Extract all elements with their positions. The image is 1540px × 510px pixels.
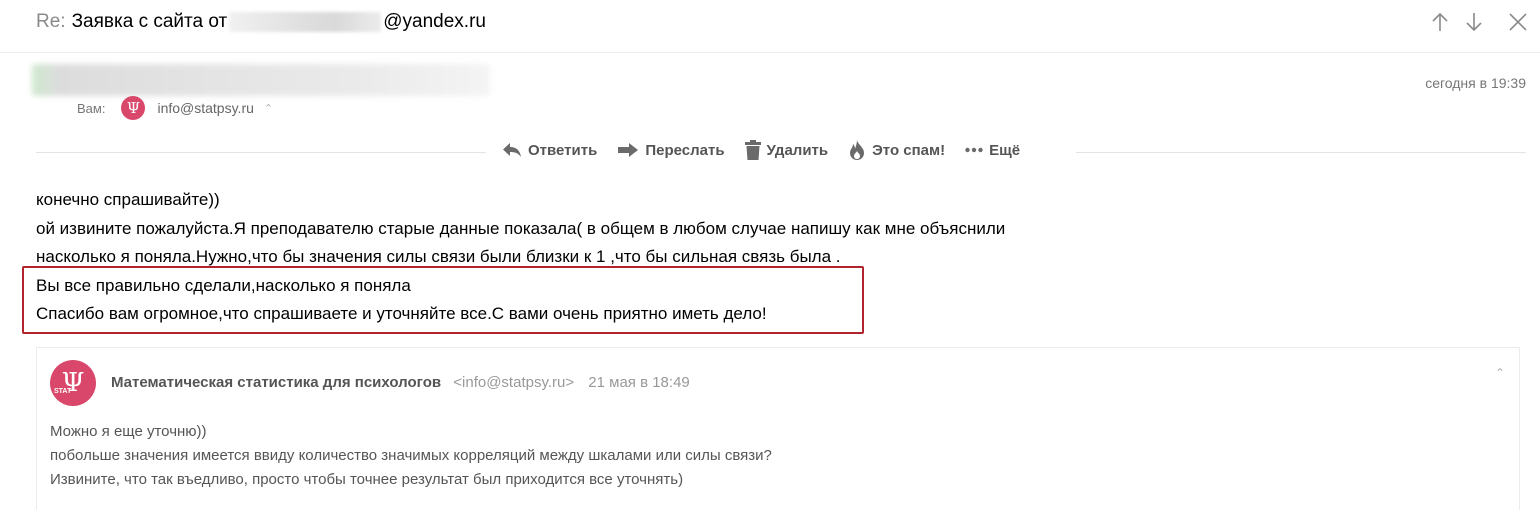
quoted-line: побольше значения имеется ввиду количест… bbox=[50, 447, 772, 464]
more-button[interactable]: Ещё bbox=[965, 142, 1020, 159]
message-toolbar: Ответить Переслать Удалить Это спам! Ещё bbox=[36, 140, 1526, 166]
subject-title: Re: Заявка с сайта от @yandex.ru bbox=[36, 11, 486, 33]
to-label: Вам: bbox=[77, 100, 106, 116]
avatar-text: STAT bbox=[54, 388, 72, 395]
arrow-up-icon[interactable] bbox=[1428, 10, 1452, 34]
forward-icon bbox=[617, 141, 639, 159]
arrow-down-icon[interactable] bbox=[1462, 10, 1486, 34]
forward-button[interactable]: Переслать bbox=[617, 141, 725, 159]
subject-bar: Re: Заявка с сайта от @yandex.ru bbox=[0, 0, 1540, 53]
subject-email-domain: @yandex.ru bbox=[383, 11, 486, 32]
quoted-body: Можно я еще уточню)) побольше значения и… bbox=[50, 420, 772, 492]
spam-button[interactable]: Это спам! bbox=[848, 140, 945, 160]
quoted-sender-name[interactable]: Математическая статистика для психологов bbox=[111, 374, 441, 391]
redacted-email bbox=[229, 12, 382, 32]
quoted-date: 21 мая в 18:49 bbox=[588, 374, 690, 391]
highlight-annotation-box bbox=[22, 266, 864, 334]
reply-label: Ответить bbox=[528, 141, 598, 159]
quoted-sender-email: <info@statpsy.ru> bbox=[453, 374, 575, 391]
mail-viewer: Re: Заявка с сайта от @yandex.ru сегодня… bbox=[0, 0, 1540, 510]
trash-icon bbox=[744, 140, 761, 160]
message-date: сегодня в 19:39 bbox=[1425, 75, 1526, 91]
reply-button[interactable]: Ответить bbox=[502, 141, 597, 159]
chevron-up-icon[interactable]: ⌃ bbox=[1495, 366, 1505, 380]
divider bbox=[36, 152, 486, 153]
body-line: конечно спрашивайте)) bbox=[36, 190, 220, 209]
fire-icon bbox=[848, 140, 866, 160]
quoted-header: Математическая статистика для психологов… bbox=[111, 374, 690, 391]
more-label: Ещё bbox=[989, 141, 1021, 159]
more-dots-icon bbox=[965, 147, 983, 153]
quoted-message: Ψ STAT Математическая статистика для пси… bbox=[36, 347, 1520, 510]
message-nav bbox=[1428, 10, 1530, 34]
chevron-up-icon[interactable]: ⌃ bbox=[264, 102, 273, 115]
subject-text: Заявка с сайта от bbox=[71, 11, 228, 32]
recipient-email[interactable]: info@statpsy.ru bbox=[157, 100, 253, 116]
forward-label: Переслать bbox=[645, 141, 725, 159]
divider bbox=[1076, 152, 1526, 153]
sender-avatar: Ψ STAT bbox=[50, 360, 96, 406]
delete-button[interactable]: Удалить bbox=[744, 140, 829, 160]
body-line: ой извините пожалуйста.Я преподавателю с… bbox=[36, 218, 1006, 238]
delete-label: Удалить bbox=[766, 141, 829, 159]
avatar: Ψ bbox=[121, 96, 146, 120]
spam-label: Это спам! bbox=[872, 141, 946, 159]
recipient-row: Вам: Ψ info@statpsy.ru ⌃ bbox=[77, 96, 273, 120]
reply-icon bbox=[502, 141, 522, 159]
subject-prefix: Re: bbox=[36, 11, 66, 32]
redacted-sender bbox=[32, 64, 490, 96]
quoted-line: Извините, что так въедливо, просто чтобы… bbox=[50, 471, 684, 488]
quoted-line: Можно я еще уточню)) bbox=[50, 423, 207, 440]
close-icon[interactable] bbox=[1506, 10, 1530, 34]
